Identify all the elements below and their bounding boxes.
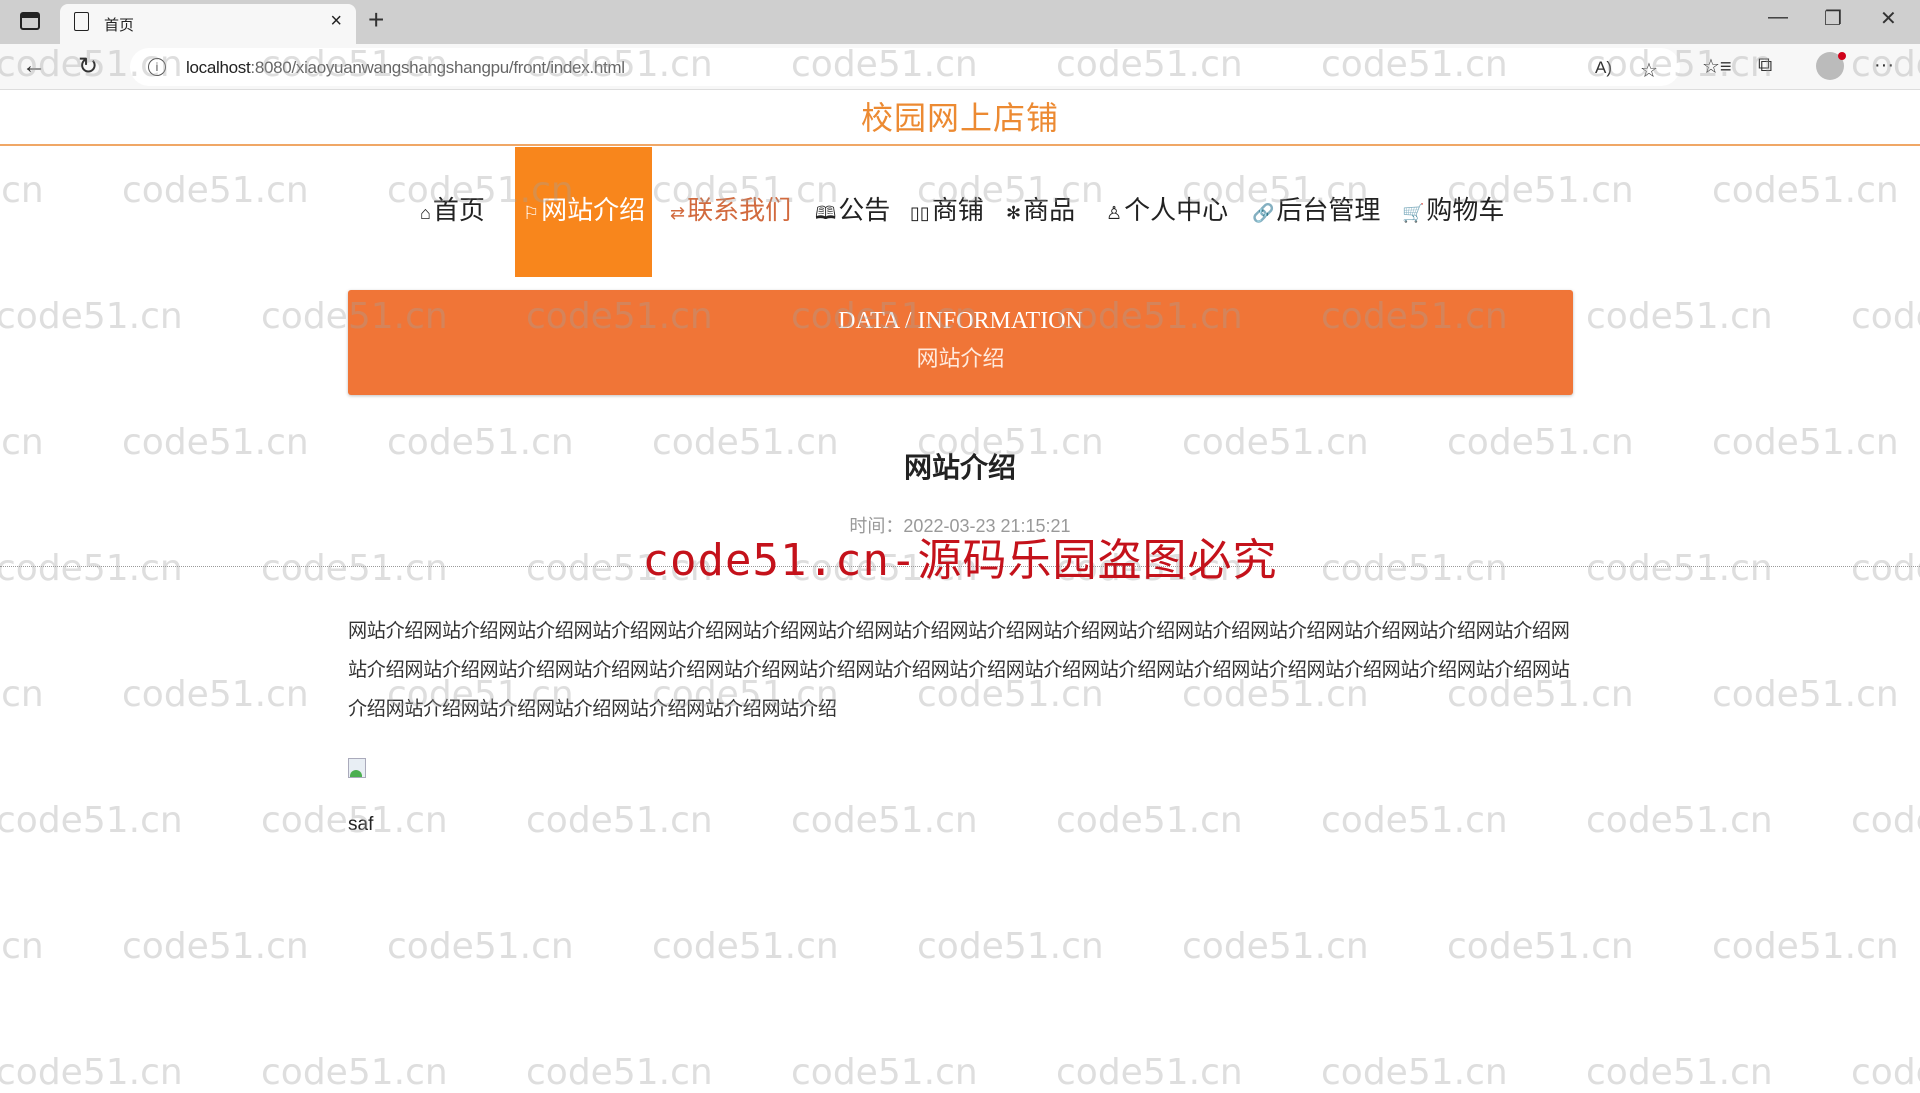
watermark-text: code51.cn: [1851, 296, 1920, 337]
watermark-text: code51.cn: [0, 674, 44, 715]
nav-item-admin[interactable]: 🔗后台管理: [1252, 147, 1380, 277]
flag-icon: ⚐: [523, 203, 540, 223]
nav-label: 网站介绍: [541, 195, 646, 225]
minimize-button[interactable]: —: [1768, 6, 1788, 29]
nav-item-shops[interactable]: ▯▯商铺: [910, 147, 984, 277]
watermark-text: code51.cn: [917, 926, 1104, 967]
nav-label: 商铺: [931, 195, 984, 225]
watermark-text: code51.cn: [1321, 1052, 1508, 1093]
site-title: 校园网上店铺: [860, 100, 1059, 136]
close-window-button[interactable]: ✕: [1880, 6, 1897, 31]
active-tab[interactable]: 首页 ×: [60, 4, 356, 44]
add-favorite-icon[interactable]: ☆: [1640, 58, 1658, 83]
watermark-text: code51.cn: [1056, 1052, 1243, 1093]
watermark-text: code51.cn: [1321, 800, 1508, 841]
browser-tab-strip: 首页 × + — ❐ ✕: [0, 0, 1920, 44]
user-icon: ♙: [1106, 203, 1123, 223]
tab-title: 首页: [104, 17, 135, 34]
nav-label: 联系我们: [687, 195, 792, 225]
collections-icon[interactable]: ⧉: [1758, 54, 1772, 77]
article-body: 网站介绍网站介绍网站介绍网站介绍网站介绍网站介绍网站介绍网站介绍网站介绍网站介绍…: [348, 619, 1570, 720]
watermark-text: code51.cn: [261, 1052, 448, 1093]
watermark-text: code51.cn: [1586, 1052, 1773, 1093]
nav-item-about[interactable]: ⚐网站介绍: [515, 147, 652, 277]
main-nav: ⌂首页 ⚐网站介绍 ⇄联系我们 🕮公告 ▯▯商铺 ✻商品 ♙个人中心 🔗后台管理…: [0, 147, 1920, 277]
back-button[interactable]: ←: [22, 52, 46, 80]
watermark-text: code51.cn: [0, 296, 183, 337]
url-host: localhost: [186, 58, 251, 77]
watermark-text: code51.cn: [526, 800, 713, 841]
link-icon: 🔗: [1252, 203, 1275, 223]
banner-subtitle: DATA / INFORMATION: [838, 308, 1083, 334]
banner-title: 网站介绍: [916, 346, 1005, 371]
nav-item-cart[interactable]: 🛒购物车: [1402, 147, 1504, 277]
watermark-text: code51.cn: [1056, 800, 1243, 841]
article-title: 网站介绍: [903, 452, 1016, 483]
watermark-text: code51.cn: [122, 926, 309, 967]
nav-label: 个人中心: [1124, 195, 1229, 225]
watermark-text: code51.cn: [0, 926, 44, 967]
nav-label: 首页: [432, 195, 485, 225]
columns-icon: ▯▯: [910, 203, 930, 223]
cart-icon: 🛒: [1402, 203, 1425, 223]
page-icon: [74, 12, 89, 31]
watermark-text: code51.cn: [791, 1052, 978, 1093]
watermark-text: code51.cn: [0, 1052, 183, 1093]
nav-item-products[interactable]: ✻商品: [1006, 147, 1075, 277]
watermark-text: code51.cn: [1712, 926, 1899, 967]
nav-label: 购物车: [1426, 195, 1505, 225]
address-bar[interactable]: i localhost:8080/xiaoyuanwangshangshangp…: [130, 48, 1680, 86]
site-header: 校园网上店铺: [0, 90, 1920, 146]
broken-image-icon: [348, 758, 368, 780]
notification-dot: [1838, 52, 1846, 60]
address-toolbar: ← ↻ i localhost:8080/xiaoyuanwangshangsh…: [0, 44, 1920, 90]
reload-button[interactable]: ↻: [78, 52, 98, 81]
more-icon[interactable]: ···: [1874, 54, 1894, 77]
profile-avatar[interactable]: [1816, 52, 1846, 80]
watermark-text: code51.cn: [387, 926, 574, 967]
url-path: :8080/xiaoyuanwangshangshangpu/front/ind…: [250, 58, 625, 77]
watermark-text: code51.cn: [1851, 1052, 1920, 1093]
section-banner: DATA / INFORMATION 网站介绍: [348, 290, 1573, 395]
url-text[interactable]: localhost:8080/xiaoyuanwangshangshangpu/…: [186, 58, 625, 78]
home-icon: ⌂: [420, 203, 431, 223]
swap-icon: ⇄: [670, 203, 686, 223]
watermark-text: code51.cn: [0, 800, 183, 841]
nav-label: 后台管理: [1276, 195, 1381, 225]
nav-label: 商品: [1023, 195, 1076, 225]
watermark-text: code51.cn: [1586, 296, 1773, 337]
watermark-text: code51.cn: [1447, 926, 1634, 967]
close-tab-icon[interactable]: ×: [330, 10, 342, 33]
watermark-text: code51.cn: [1182, 926, 1369, 967]
red-watermark: code51.cn-源码乐园盗图必究: [642, 535, 1278, 586]
snowflake-icon: ✻: [1006, 203, 1022, 223]
watermark-text: code51.cn: [122, 674, 309, 715]
watermark-text: code51.cn: [1851, 800, 1920, 841]
nav-item-home[interactable]: ⌂首页: [420, 147, 485, 277]
watermark-text: code51.cn: [526, 1052, 713, 1093]
nav-item-contact[interactable]: ⇄联系我们: [670, 147, 791, 277]
watermark-text: code51.cn: [1712, 674, 1899, 715]
book-icon: 🕮: [815, 203, 837, 223]
new-tab-button[interactable]: +: [368, 4, 384, 36]
site-info-icon[interactable]: i: [148, 58, 166, 76]
favorites-icon[interactable]: ☆≡: [1702, 54, 1732, 79]
nav-item-profile[interactable]: ♙个人中心: [1106, 147, 1228, 277]
watermark-text: code51.cn: [791, 800, 978, 841]
read-aloud-icon[interactable]: A): [1595, 58, 1612, 78]
watermark-text: code51.cn: [652, 926, 839, 967]
watermark-text: code51.cn: [1586, 800, 1773, 841]
image-caption: saf: [348, 814, 374, 835]
nav-label: 公告: [838, 195, 891, 225]
nav-item-notice[interactable]: 🕮公告: [815, 147, 890, 277]
restore-button[interactable]: ❐: [1824, 6, 1842, 31]
tab-actions-icon[interactable]: [20, 12, 40, 30]
